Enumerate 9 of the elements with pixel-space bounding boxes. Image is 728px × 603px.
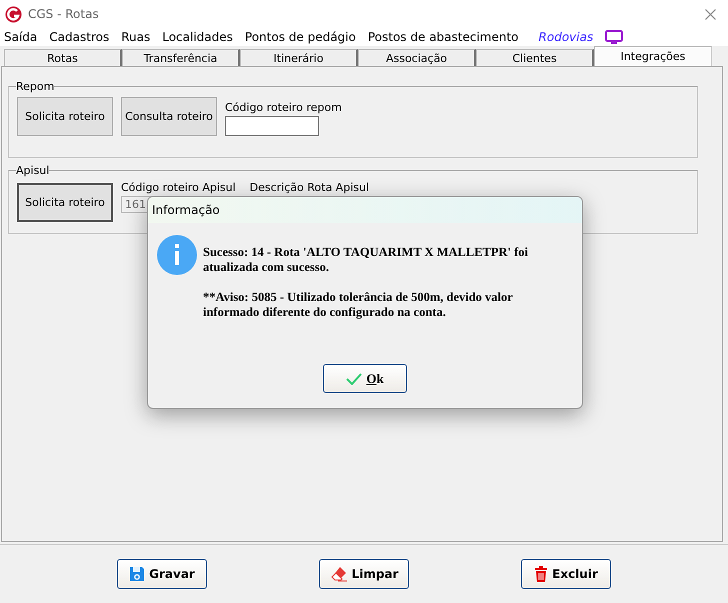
field-label: Código roteiro Apisul [121, 181, 236, 194]
group-title: Apisul [16, 164, 50, 177]
warning-message: **Aviso: 5085 - Utilizado tolerância de 500m, devido valor informado diferente do configurado na conta. [203, 290, 514, 320]
window-title: CGS - Rotas [28, 7, 99, 21]
dialog-title: Informação [152, 203, 220, 217]
success-message: Sucesso: 14 - Rota 'ALTO TAQUARIMT X MALLETPR' foi atualizada com sucesso. [203, 245, 530, 275]
field-label: Código roteiro repom [225, 101, 342, 114]
group-title: Repom [16, 80, 54, 93]
field-label: Descrição Rota Apisul [250, 181, 370, 194]
